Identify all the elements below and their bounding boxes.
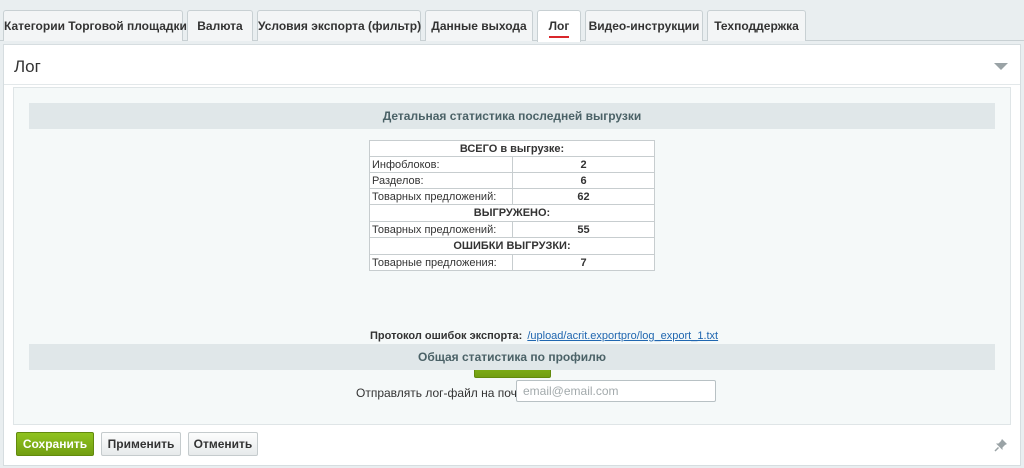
total-header: ВСЕГО в выгрузке: bbox=[369, 140, 655, 157]
row-label: Товарные предложения: bbox=[369, 255, 512, 271]
table-row: Товарных предложений: 55 bbox=[369, 222, 655, 238]
save-button[interactable]: Сохранить bbox=[16, 432, 94, 456]
pin-icon[interactable] bbox=[994, 438, 1008, 452]
table-row: Товарных предложений: 62 bbox=[369, 189, 655, 205]
tab-label: Техподдержка bbox=[714, 19, 799, 33]
log-panel: Лог Детальная статистика последней выгру… bbox=[3, 44, 1021, 466]
errors-header: ОШИБКИ ВЫГРУЗКИ: bbox=[369, 238, 655, 255]
row-value: 55 bbox=[512, 222, 655, 238]
tab-currency[interactable]: Валюта bbox=[187, 10, 253, 41]
protocol-label: Протокол ошибок экспорта: bbox=[370, 330, 523, 342]
tab-label: Категории Торговой площадки bbox=[4, 19, 187, 33]
tab-support[interactable]: Техподдержка bbox=[707, 10, 806, 41]
row-label: Инфоблоков: bbox=[369, 157, 512, 173]
exported-header: ВЫГРУЖЕНО: bbox=[369, 205, 655, 222]
divider bbox=[4, 84, 1020, 85]
row-value: 62 bbox=[512, 189, 655, 205]
tab-video-instructions[interactable]: Видео-инструкции bbox=[585, 10, 703, 41]
email-label: Отправлять лог-файл на почту: bbox=[356, 386, 532, 400]
detail-stats-heading: Детальная статистика последней выгрузки bbox=[29, 103, 995, 129]
page-title: Лог bbox=[14, 57, 41, 76]
tab-label: Видео-инструкции bbox=[588, 19, 700, 33]
stats-container: Детальная статистика последней выгрузки … bbox=[13, 87, 1011, 425]
tab-bar: Категории Торговой площадки Валюта Услов… bbox=[0, 0, 1024, 42]
row-value: 7 bbox=[512, 255, 655, 271]
row-label: Товарных предложений: bbox=[369, 222, 512, 238]
row-label: Разделов: bbox=[369, 173, 512, 189]
table-row: Разделов: 6 bbox=[369, 173, 655, 189]
tab-export-conditions[interactable]: Условия экспорта (фильтр) bbox=[257, 10, 421, 41]
table-row: Инфоблоков: 2 bbox=[369, 157, 655, 173]
general-stats-heading: Общая статистика по профилю bbox=[29, 344, 995, 370]
tab-label: Условия экспорта (фильтр) bbox=[258, 19, 422, 33]
row-value: 2 bbox=[512, 157, 655, 173]
table-row: Товарные предложения: 7 bbox=[369, 255, 655, 271]
stats-table: ВСЕГО в выгрузке: Инфоблоков: 2 Разделов… bbox=[369, 140, 655, 271]
apply-button[interactable]: Применить bbox=[101, 432, 181, 456]
row-label: Товарных предложений: bbox=[369, 189, 512, 205]
error-protocol: Протокол ошибок экспорта: /upload/acrit.… bbox=[370, 330, 718, 342]
tab-label: Лог bbox=[548, 19, 570, 38]
cancel-button[interactable]: Отменить bbox=[188, 432, 258, 456]
tab-marketplace-categories[interactable]: Категории Торговой площадки bbox=[3, 10, 187, 41]
tab-label: Валюта bbox=[197, 19, 243, 33]
protocol-link[interactable]: /upload/acrit.exportpro/log_export_1.txt bbox=[527, 330, 718, 342]
tab-label: Данные выхода bbox=[431, 19, 527, 33]
row-value: 6 bbox=[512, 173, 655, 189]
tab-log[interactable]: Лог bbox=[537, 10, 581, 42]
collapse-arrow-icon[interactable] bbox=[994, 63, 1008, 70]
email-input[interactable] bbox=[516, 380, 716, 402]
tab-output-data[interactable]: Данные выхода bbox=[425, 10, 533, 41]
